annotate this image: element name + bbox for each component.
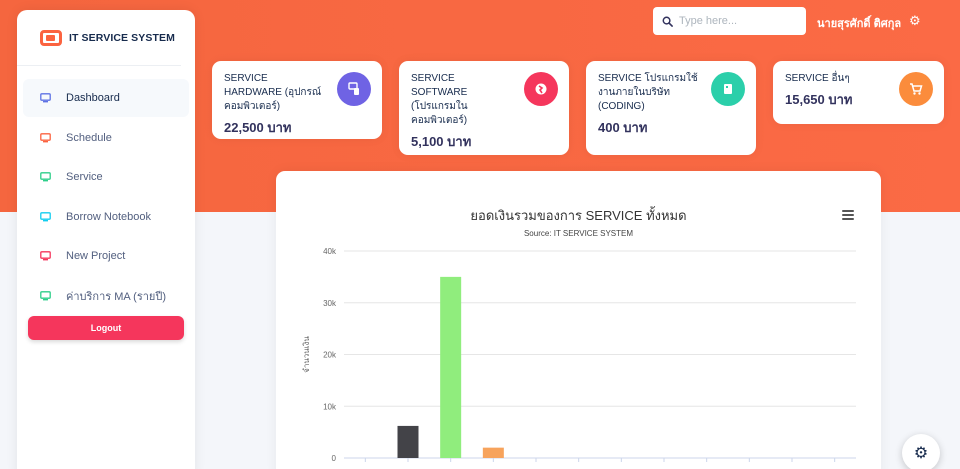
sidebar-item-label: New Project bbox=[66, 250, 126, 262]
bar bbox=[440, 276, 462, 458]
card-value: 5,100 บาท bbox=[411, 134, 472, 149]
y-tick-label: 20k bbox=[323, 351, 337, 360]
monitor-icon bbox=[40, 93, 51, 103]
bar bbox=[482, 447, 504, 458]
sidebar-item-2[interactable]: Service bbox=[23, 158, 189, 196]
y-tick-label: 0 bbox=[332, 454, 337, 463]
brand-logo-icon bbox=[40, 29, 62, 46]
sidebar: IT SERVICE SYSTEM Dashboard Schedule Servi… bbox=[17, 10, 195, 469]
brand-name: IT SERVICE SYSTEM bbox=[69, 31, 175, 44]
search-box[interactable] bbox=[653, 7, 806, 35]
y-tick-label: 30k bbox=[323, 299, 337, 308]
card-service-software: SERVICE SOFTWARE (โปรแกรมในคอมพิวเตอร์) … bbox=[399, 61, 569, 155]
logout-button[interactable]: Logout bbox=[28, 316, 184, 340]
coding-icon bbox=[711, 72, 745, 106]
user-name[interactable]: นายสุรศักดิ์ ติศกุล bbox=[817, 14, 901, 32]
card-service-hardware: SERVICE HARDWARE (อุปกรณ์คอมพิวเตอร์) 22… bbox=[212, 61, 382, 139]
y-tick-label: 40k bbox=[323, 247, 337, 256]
sidebar-item-label: Schedule bbox=[66, 131, 112, 144]
card-value: 400 บาท bbox=[598, 120, 648, 135]
sidebar-item-0[interactable]: Dashboard bbox=[23, 79, 189, 117]
sidebar-item-label: Borrow Notebook bbox=[66, 210, 151, 223]
calendar-icon bbox=[40, 132, 51, 143]
software-icon bbox=[524, 72, 558, 106]
sidebar-item-1[interactable]: Schedule bbox=[23, 119, 189, 157]
card-service-other: SERVICE อื่นๆ 15,650 บาท bbox=[773, 61, 944, 124]
search-icon bbox=[662, 16, 673, 27]
sidebar-item-label: Dashboard bbox=[66, 92, 120, 104]
hardware-icon bbox=[337, 72, 371, 106]
box-icon bbox=[40, 211, 51, 222]
settings-fab-icon[interactable]: ⚙ bbox=[902, 434, 940, 469]
card-title: SERVICE HARDWARE (อุปกรณ์คอมพิวเตอร์) bbox=[224, 73, 322, 112]
sidebar-item-3[interactable]: Borrow Notebook bbox=[23, 198, 189, 236]
brand[interactable]: IT SERVICE SYSTEM bbox=[17, 10, 181, 66]
search-input[interactable] bbox=[679, 15, 794, 27]
bar-chart: 0 10k 20k 30k 40k จำนวนเงิน bbox=[302, 247, 856, 463]
y-axis-label: จำนวนเงิน bbox=[302, 336, 311, 373]
card-title: SERVICE SOFTWARE (โปรแกรมในคอมพิวเตอร์) bbox=[411, 73, 468, 126]
globe-icon bbox=[40, 251, 51, 261]
card-service-coding: SERVICE โปรแกรมใช้งานภายในบริษัท (CODING… bbox=[586, 61, 756, 155]
sidebar-item-label: Service bbox=[66, 171, 103, 183]
card-title: SERVICE อื่นๆ bbox=[785, 73, 850, 84]
sidebar-nav: Dashboard Schedule Service Borrow Notebook N… bbox=[17, 79, 195, 315]
credit-card-icon bbox=[40, 290, 51, 301]
card-value: 22,500 บาท bbox=[224, 120, 292, 135]
bar bbox=[397, 425, 419, 458]
sidebar-item-label: ค่าบริการ MA (รายปี) bbox=[66, 290, 167, 303]
settings-gear-icon[interactable]: ⚙ bbox=[909, 13, 921, 29]
cart-icon bbox=[899, 72, 933, 106]
chart-card: ยอดเงินรวมของการ SERVICE ทั้งหมด Source:… bbox=[276, 171, 881, 469]
tv-icon bbox=[40, 172, 51, 182]
card-title: SERVICE โปรแกรมใช้งานภายในบริษัท (CODING… bbox=[598, 73, 698, 112]
y-tick-label: 10k bbox=[323, 402, 337, 411]
sidebar-item-4[interactable]: New Project bbox=[23, 237, 189, 275]
sidebar-item-5[interactable]: ค่าบริการ MA (รายปี) bbox=[23, 277, 189, 315]
